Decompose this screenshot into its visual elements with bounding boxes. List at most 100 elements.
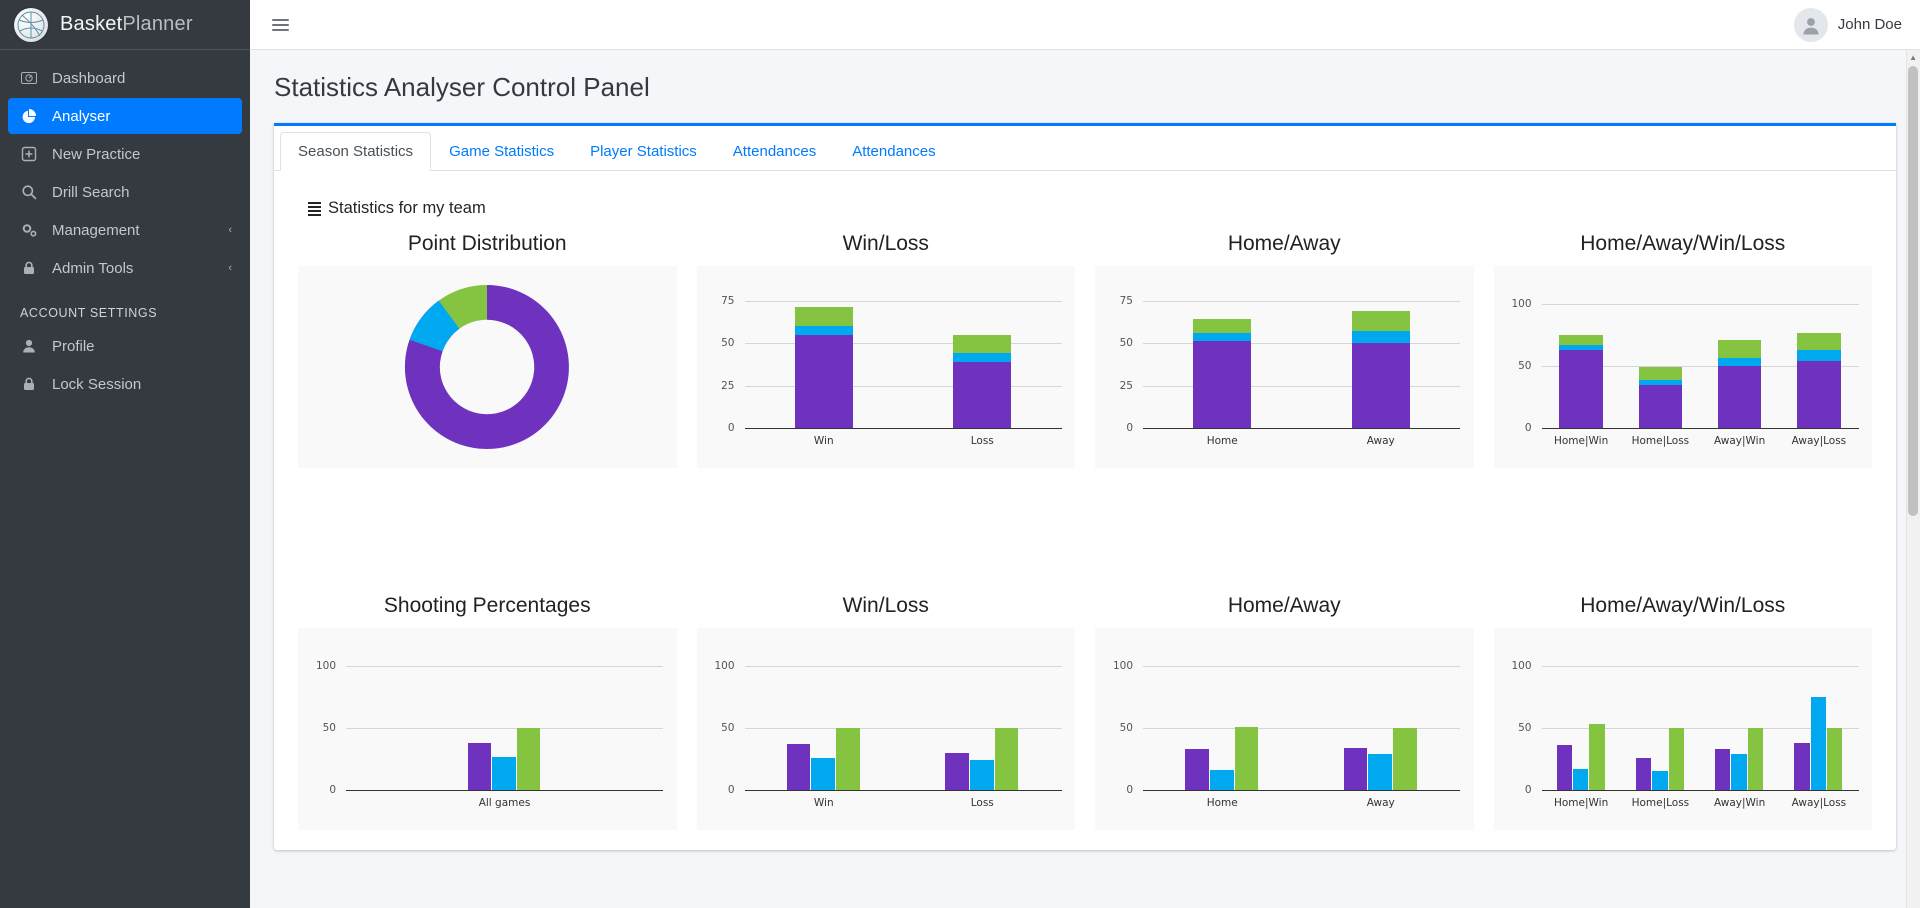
sidebar-item-analyser[interactable]: Analyser — [8, 98, 242, 134]
bar[interactable] — [1185, 749, 1209, 790]
pie-chart-icon — [18, 108, 40, 124]
sidebar-item-label: Analyser — [52, 107, 111, 125]
bar[interactable] — [1556, 745, 1572, 790]
brand[interactable]: BasketPlanner — [0, 0, 250, 50]
bar-segment[interactable] — [1717, 357, 1762, 367]
bar[interactable] — [1715, 749, 1731, 790]
bar[interactable] — [836, 728, 860, 790]
bar[interactable] — [1234, 726, 1259, 790]
content: Statistics Analyser Control Panel Season… — [250, 50, 1920, 850]
bar[interactable] — [1731, 754, 1747, 790]
bar[interactable] — [1810, 697, 1827, 790]
y-axis-tick: 100 — [1511, 660, 1532, 673]
bar-segment[interactable] — [953, 334, 1012, 354]
bar-segment[interactable] — [1193, 332, 1252, 342]
chart-canvas[interactable] — [298, 266, 677, 468]
y-axis-tick: 50 — [322, 722, 336, 735]
bar[interactable] — [786, 744, 811, 790]
plot-area: 0 50 100 Home|Win Home|Loss Away|Win Away|Loss — [1494, 266, 1873, 468]
bar-segment[interactable] — [1193, 341, 1252, 428]
tab-attendances-1[interactable]: Attendances — [715, 132, 834, 171]
bar[interactable] — [969, 760, 994, 790]
tab-player-statistics[interactable]: Player Statistics — [572, 132, 715, 171]
bar[interactable] — [492, 756, 516, 790]
topbar-user[interactable]: John Doe — [1793, 7, 1902, 42]
bar[interactable] — [1668, 728, 1684, 790]
bar[interactable] — [945, 752, 969, 790]
sidebar-item-profile[interactable]: Profile — [8, 328, 242, 364]
bar[interactable] — [1393, 728, 1417, 790]
tab-game-statistics[interactable]: Game Statistics — [431, 132, 572, 171]
bar[interactable] — [1635, 757, 1652, 790]
bar[interactable] — [1827, 728, 1843, 790]
bar[interactable] — [1589, 724, 1605, 790]
bar[interactable] — [1794, 743, 1810, 790]
bar[interactable] — [1343, 747, 1368, 790]
sidebar-item-management[interactable]: Management ‹ — [8, 212, 242, 248]
sidebar-item-lock-session[interactable]: Lock Session — [8, 366, 242, 402]
bar-segment[interactable] — [1559, 335, 1603, 346]
chart-canvas[interactable]: 0 25 50 75 Win Loss — [696, 266, 1075, 468]
bar-segment[interactable] — [1797, 350, 1841, 362]
scroll-up-icon[interactable]: ▲ — [1909, 53, 1917, 62]
bar[interactable] — [1572, 768, 1589, 790]
y-axis-tick: 50 — [1119, 337, 1133, 349]
chart-canvas[interactable]: 0 50 100 Win Loss — [696, 628, 1075, 830]
bar[interactable] — [467, 743, 492, 790]
user-avatar-icon — [1793, 7, 1828, 42]
bar-segment[interactable] — [794, 326, 853, 335]
scrollbar[interactable]: ▲ ▼ — [1906, 50, 1920, 908]
bar[interactable] — [1747, 728, 1764, 790]
bar-segment[interactable] — [1351, 343, 1410, 428]
scrollbar-thumb[interactable] — [1908, 66, 1918, 516]
bar-segment[interactable] — [1638, 367, 1683, 380]
bar-segment[interactable] — [1717, 340, 1762, 358]
hamburger-icon[interactable] — [268, 15, 293, 35]
bar-segment[interactable] — [953, 361, 1012, 428]
x-axis — [744, 428, 1062, 429]
panel-title-text: Statistics for my team — [328, 199, 486, 217]
bar-segment[interactable] — [1193, 319, 1252, 333]
tab-season-statistics[interactable]: Season Statistics — [280, 132, 432, 171]
chart-canvas[interactable]: 0 50 100 Home|Win Home|Loss Away|Win Away|Loss — [1493, 628, 1872, 830]
bar-segment[interactable] — [953, 353, 1012, 362]
bar[interactable] — [994, 728, 1019, 790]
bar-segment[interactable] — [1559, 350, 1603, 428]
chart-title: Home/Away — [1227, 232, 1341, 255]
bar-segment[interactable] — [1797, 361, 1841, 428]
sidebar-item-new-practice[interactable]: New Practice — [8, 136, 242, 172]
gridline — [744, 300, 1062, 302]
bar[interactable] — [1652, 771, 1668, 790]
chevron-left-icon: ‹ — [228, 262, 232, 274]
bar-segment[interactable] — [794, 307, 853, 326]
bar-segment[interactable] — [1638, 379, 1683, 385]
chart-canvas[interactable]: 0 50 100 Home Away — [1095, 628, 1474, 830]
bar-segment[interactable] — [1351, 310, 1410, 332]
x-axis — [744, 790, 1062, 791]
chart-title: Home/Away/Win/Loss — [1580, 232, 1786, 255]
bar-segment[interactable] — [1351, 331, 1410, 343]
sidebar-item-dashboard[interactable]: Dashboard — [8, 60, 242, 96]
sidebar-item-drill-search[interactable]: Drill Search — [8, 174, 242, 210]
bar-segment[interactable] — [794, 334, 853, 428]
y-axis-tick: 0 — [1126, 784, 1133, 796]
y-axis-tick: 100 — [714, 660, 735, 673]
bar-segment[interactable] — [1638, 384, 1683, 428]
bar[interactable] — [1209, 770, 1234, 790]
chart-canvas[interactable]: 0 50 100 All games — [298, 628, 677, 830]
bar-segment[interactable] — [1797, 332, 1841, 351]
bar-segment[interactable] — [1717, 366, 1762, 428]
charts-row-1: Point Distribution Win/Loss 0 25 50 75 W… — [292, 232, 1878, 468]
bar-segment[interactable] — [1559, 345, 1603, 351]
bar[interactable] — [1368, 754, 1393, 790]
bar[interactable] — [811, 757, 836, 790]
brand-title-primary: Basket — [60, 13, 123, 35]
tab-attendances-2[interactable]: Attendances — [834, 132, 953, 171]
plot-area: 0 50 100 Home Away — [1095, 628, 1474, 830]
plus-square-icon — [18, 146, 40, 162]
gridline — [744, 343, 1062, 344]
chart-canvas[interactable]: 0 25 50 75 Home Away — [1095, 266, 1474, 468]
bar[interactable] — [516, 728, 541, 790]
chart-canvas[interactable]: 0 50 100 Home|Win Home|Loss Away|Win Away|Loss — [1493, 266, 1873, 468]
sidebar-item-admin-tools[interactable]: Admin Tools ‹ — [8, 250, 242, 286]
